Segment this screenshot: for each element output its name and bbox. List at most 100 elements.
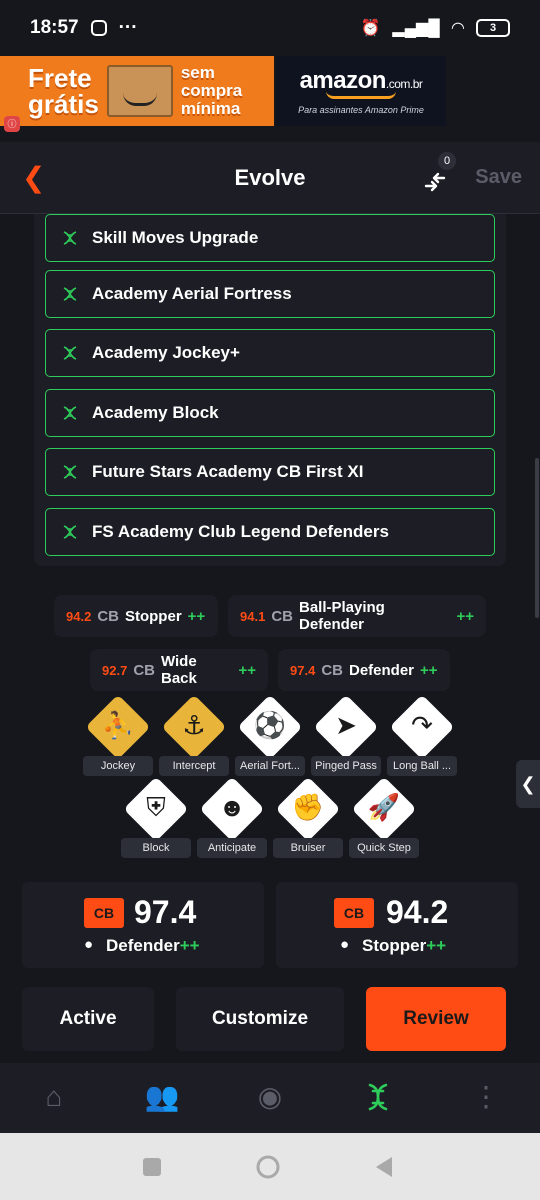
instagram-icon xyxy=(90,20,107,36)
evolution-item[interactable]: Skill Moves Upgrade xyxy=(45,214,495,262)
role-position: CB xyxy=(97,607,119,625)
playstyle-label: Block xyxy=(121,838,191,858)
page-title: Evolve xyxy=(234,164,306,190)
more-icon: ··· xyxy=(118,17,138,38)
role-plus: ++ xyxy=(420,661,438,679)
home-nav-icon[interactable] xyxy=(256,1155,280,1179)
playstyle-pinged-pass[interactable]: ➤ Pinged Pass xyxy=(311,694,381,782)
compare-icon[interactable] xyxy=(420,166,450,196)
role-position: CB xyxy=(321,661,343,679)
quick-step-icon: 🚀 xyxy=(367,792,401,822)
rating-role: Defender++ xyxy=(106,936,200,955)
system-nav-bar xyxy=(0,1133,540,1200)
active-button[interactable]: Active xyxy=(22,987,154,1051)
aerial-fortress-icon: ⚽ xyxy=(253,710,287,740)
ad-frete-text: Frete grátis xyxy=(28,63,99,119)
evolution-name: Academy Aerial Fortress xyxy=(92,284,292,303)
anticipate-icon: ☻ xyxy=(218,792,246,822)
pinged-pass-icon: ➤ xyxy=(335,710,357,740)
playstyle-intercept[interactable]: ⚓ Intercept xyxy=(159,694,229,782)
block-icon: ⛨ xyxy=(146,792,166,822)
role-rating: 92.7 xyxy=(102,662,128,678)
status-bar: 18:57 ··· ⏰ ▂▄▆█ ◠ 3 xyxy=(0,0,540,56)
app-header: ❮ Evolve Save xyxy=(0,142,540,214)
evolution-item[interactable]: Academy Jockey+ xyxy=(45,329,495,377)
save-button[interactable]: Save xyxy=(475,166,522,189)
amazon-panel[interactable]: amazon.com.br Para assinantes Amazon Pri… xyxy=(276,56,446,126)
role-plus: ++ xyxy=(456,607,474,625)
bruiser-icon: ✊ xyxy=(291,792,325,822)
scrollbar[interactable] xyxy=(535,458,539,618)
dna-icon xyxy=(60,522,80,542)
role-plus: ++ xyxy=(238,661,256,679)
role-name: Defender xyxy=(348,661,415,679)
back-nav-icon[interactable] xyxy=(372,1155,396,1179)
evolution-item[interactable]: Academy Block xyxy=(45,389,495,437)
dna-icon xyxy=(60,403,80,423)
squad-icon[interactable]: 👥 xyxy=(140,1075,184,1119)
long-ball-pass-icon: ↷ xyxy=(411,710,433,740)
evolution-list: Skill Moves Upgrade Academy Aerial Fortr… xyxy=(34,214,506,566)
role-icon: ● xyxy=(84,936,94,953)
role-position: CB xyxy=(133,661,155,679)
dna-icon xyxy=(60,343,80,363)
evolution-item[interactable]: Academy Aerial Fortress xyxy=(45,270,495,318)
ad-banner[interactable]: Frete grátis sem compra mínima amazon.co… xyxy=(0,56,540,126)
role-name: Ball-Playing Defender xyxy=(298,599,385,633)
evolution-name: Academy Block xyxy=(92,403,219,422)
playstyle-anticipate[interactable]: ☻ Anticipate xyxy=(197,776,267,864)
role-chip[interactable]: 97.4 CB Defender ++ xyxy=(278,649,450,691)
evolution-name: Skill Moves Upgrade xyxy=(92,228,259,247)
playstyle-label: Pinged Pass xyxy=(311,756,381,776)
alarm-icon: ⏰ xyxy=(360,20,381,37)
evolution-item[interactable]: FS Academy Club Legend Defenders xyxy=(45,508,495,556)
rating-value: 94.2 xyxy=(386,894,449,930)
rating-value: 97.4 xyxy=(134,894,197,930)
side-panel-toggle[interactable]: ❮ xyxy=(516,760,540,808)
more-vertical-icon[interactable]: ⋮ xyxy=(464,1075,508,1119)
battery-icon: 3 xyxy=(476,19,510,37)
playstyle-long-ball-pass[interactable]: ↷ Long Ball ... xyxy=(387,694,457,782)
rating-card-defender[interactable]: CB 97.4 ● Defender++ xyxy=(22,882,264,968)
playstyle-label: Aerial Fort... xyxy=(235,756,305,776)
jockey-icon: ⛹ xyxy=(101,710,135,740)
position-badge: CB xyxy=(84,898,124,928)
evolution-item[interactable]: Future Stars Academy CB First XI xyxy=(45,448,495,496)
playstyle-label: Anticipate xyxy=(197,838,267,858)
evolution-name: Academy Jockey+ xyxy=(92,343,240,362)
ad-choice-icon[interactable]: ⓘ xyxy=(4,116,20,132)
compare-count-badge: 0 xyxy=(438,152,456,170)
evolve-dna-icon[interactable] xyxy=(356,1075,400,1119)
customize-button[interactable]: Customize xyxy=(176,987,344,1051)
role-chip[interactable]: 92.7 CB Wide Back ++ xyxy=(90,649,268,691)
recents-icon[interactable] xyxy=(140,1155,164,1179)
role-chip[interactable]: 94.2 CB Stopper ++ xyxy=(54,595,218,637)
wifi-icon: ◠ xyxy=(451,20,464,37)
ad-frete-panel[interactable]: Frete grátis sem compra mínima xyxy=(0,56,274,126)
position-badge: CB xyxy=(334,898,374,928)
rating-role: Stopper++ xyxy=(362,936,447,955)
club-icon[interactable]: ◉ xyxy=(248,1075,292,1119)
playstyle-label: Long Ball ... xyxy=(387,756,457,776)
role-rating: 94.1 xyxy=(240,608,266,624)
package-icon xyxy=(106,65,173,117)
role-plus: ++ xyxy=(187,607,206,625)
playstyle-aerial-fortress[interactable]: ⚽ Aerial Fort... xyxy=(235,694,305,782)
ad-sem-text: sem compra mínima xyxy=(180,63,243,118)
role-rating: 94.2 xyxy=(66,608,92,624)
playstyle-quick-step[interactable]: 🚀 Quick Step xyxy=(349,776,419,864)
review-button[interactable]: Review xyxy=(366,987,506,1051)
playstyle-label: Intercept xyxy=(159,756,229,776)
dna-icon xyxy=(60,284,80,304)
playstyle-bruiser[interactable]: ✊ Bruiser xyxy=(273,776,343,864)
role-rating: 97.4 xyxy=(290,662,316,678)
rating-card-stopper[interactable]: CB 94.2 ● Stopper++ xyxy=(276,882,518,968)
playstyle-label: Bruiser xyxy=(273,838,343,858)
playstyle-jockey[interactable]: ⛹ Jockey xyxy=(83,694,153,782)
ad-prime-text: Para assinantes Amazon Prime xyxy=(298,105,424,115)
role-chip[interactable]: 94.1 CB Ball-Playing Defender ++ xyxy=(228,595,486,637)
playstyle-block[interactable]: ⛨ Block xyxy=(121,776,191,864)
status-time: 18:57 xyxy=(30,17,79,38)
home-icon[interactable]: ⌂ xyxy=(32,1075,76,1119)
evolution-name: FS Academy Club Legend Defenders xyxy=(92,522,389,541)
